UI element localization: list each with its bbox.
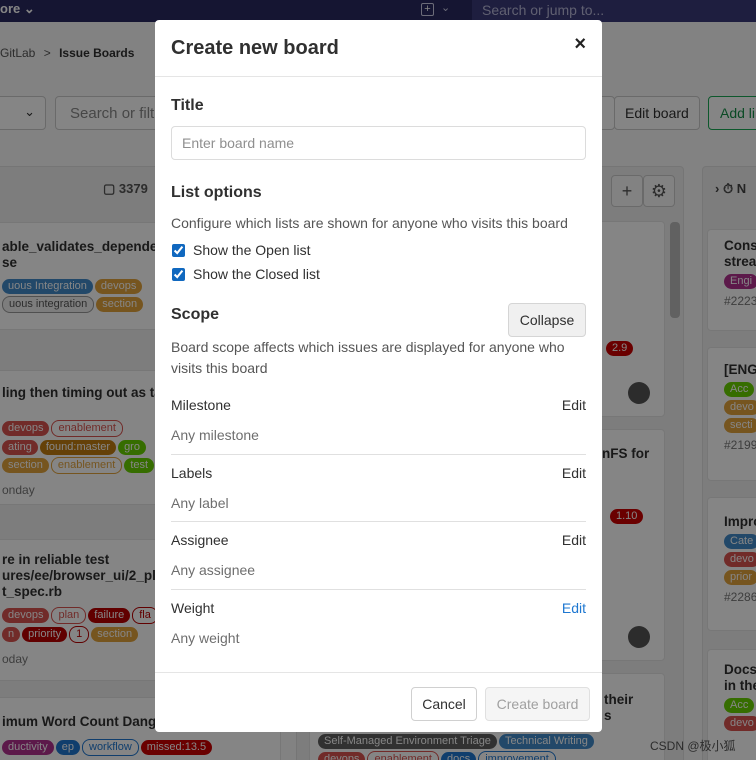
modal-header: Create new board ×: [155, 20, 602, 77]
show-closed-list-checkbox[interactable]: [172, 267, 185, 281]
scope-label: Weight: [171, 600, 215, 616]
edit-milestone-button[interactable]: Edit: [562, 397, 586, 413]
list-options-description: Configure which lists are shown for anyo…: [171, 215, 568, 231]
create-board-button[interactable]: Create board: [485, 687, 590, 721]
collapse-scope-button[interactable]: Collapse: [508, 303, 586, 337]
edit-weight-button[interactable]: Edit: [562, 600, 586, 616]
edit-labels-button[interactable]: Edit: [562, 465, 586, 481]
show-open-list-option[interactable]: Show the Open list: [171, 241, 311, 259]
create-board-modal: Create new board × Title List options Co…: [155, 20, 602, 732]
scope-label: Labels: [171, 465, 213, 481]
scope-heading: Scope: [171, 306, 220, 323]
divider: [171, 521, 586, 522]
scope-description: Board scope affects which issues are dis…: [171, 339, 565, 376]
show-open-list-label: Show the Open list: [193, 242, 311, 258]
show-closed-list-option[interactable]: Show the Closed list: [171, 265, 320, 283]
scope-label: Milestone: [171, 397, 231, 413]
edit-assignee-button[interactable]: Edit: [562, 532, 586, 548]
scope-value: Any label: [171, 495, 229, 511]
board-name-input[interactable]: [171, 126, 586, 160]
modal-title: Create new board: [171, 37, 339, 59]
close-icon[interactable]: ×: [574, 33, 586, 56]
divider: [171, 454, 586, 455]
scope-value: Any assignee: [171, 562, 256, 578]
title-heading: Title: [171, 97, 204, 114]
list-options-heading: List options: [171, 184, 262, 201]
divider: [171, 589, 586, 590]
modal-footer: Cancel Create board: [155, 672, 602, 732]
scope-value: Any weight: [171, 630, 240, 646]
show-open-list-checkbox[interactable]: [172, 243, 185, 257]
scope-label: Assignee: [171, 532, 229, 548]
cancel-button[interactable]: Cancel: [411, 687, 477, 721]
scope-value: Any milestone: [171, 427, 259, 443]
show-closed-list-label: Show the Closed list: [193, 266, 320, 282]
